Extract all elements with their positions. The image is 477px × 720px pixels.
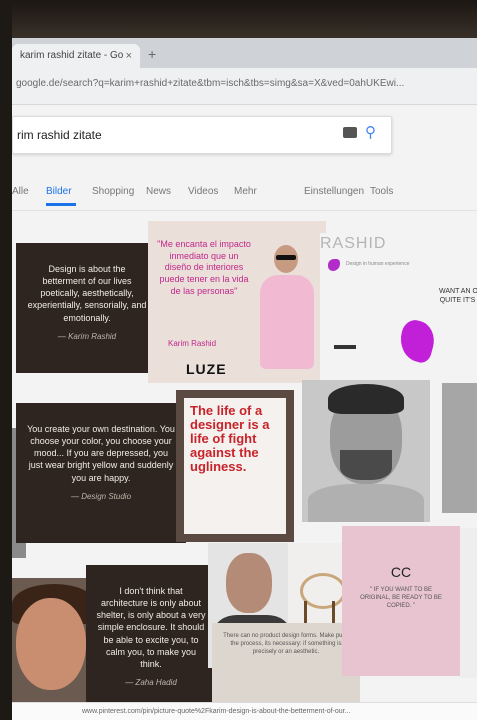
active-tab-indicator [46, 203, 76, 206]
dash-mark [334, 345, 356, 349]
image-result-ugliness[interactable]: The life of a designer is a life of figh… [176, 390, 294, 542]
tab-shopping[interactable]: Shopping [92, 186, 134, 197]
close-icon[interactable]: × [126, 44, 132, 68]
quote-text: "Me encanta el impacto inmediato que un … [157, 239, 251, 296]
chanel-logo: CC [390, 564, 412, 580]
quote-text: You create your own destination. You cho… [27, 424, 175, 483]
image-result-quote-design[interactable]: Design is about the betterment of our li… [16, 243, 158, 373]
tab-all[interactable]: Alle [12, 186, 29, 197]
tab-images[interactable]: Bilder [46, 186, 72, 197]
image-result-rashid[interactable]: RASHID Design in human experience [320, 233, 440, 383]
image-result-portrait[interactable] [302, 380, 430, 522]
quote-signature: — Zaha Hadid [125, 677, 177, 687]
monitor-bezel-top [0, 0, 477, 40]
address-bar[interactable]: google.de/search?q=karim+rashid+zitate&t… [12, 68, 477, 105]
tab-videos[interactable]: Videos [188, 186, 218, 197]
quote-signature: — Design Studio [70, 491, 132, 501]
search-input[interactable]: rim rashid zitate [17, 128, 102, 142]
image-result-chanel[interactable]: CC " IF YOU WANT TO BE ORIGINAL, BE READ… [342, 526, 460, 676]
tab-more[interactable]: Mehr [234, 186, 257, 197]
monitor-bezel-left [0, 0, 12, 720]
image-result-quote-color[interactable]: You create your own destination. You cho… [16, 403, 186, 543]
search-nav: Alle Bilder Shopping News Videos Mehr Ei… [12, 186, 477, 208]
quote-signature: — Karim Rashid [57, 331, 117, 341]
quote-text: I don't think that architecture is only … [96, 586, 206, 669]
tab-strip: karim rashid zitate - Go × + [12, 38, 477, 68]
url-text: google.de/search?q=karim+rashid+zitate&t… [16, 78, 405, 89]
quote-text: " IF YOU WANT TO BE ORIGINAL, BE READY T… [360, 587, 442, 610]
quote-text: The life of a designer is a life of figh… [184, 398, 286, 534]
image-result-grey-quote[interactable]: There can no product design forms. Make … [212, 623, 360, 703]
new-tab-button[interactable]: + [148, 46, 156, 62]
search-icon[interactable]: ⚲ [365, 123, 376, 141]
purple-blob-icon [328, 259, 340, 271]
image-result-partial-right[interactable] [460, 528, 477, 678]
rashid-title: RASHID [320, 235, 387, 252]
purple-blob-icon [395, 317, 439, 365]
quote-author: Karim Rashid [168, 339, 217, 348]
rashid-subtitle: Design in human experience [346, 261, 410, 267]
image-result-quote-architecture[interactable]: I don't think that architecture is only … [86, 565, 216, 715]
tab-settings[interactable]: Einstellungen [304, 186, 364, 197]
camera-icon[interactable] [343, 127, 357, 138]
divider [12, 210, 477, 211]
tab-title: karim rashid zitate - Go [20, 50, 124, 61]
status-bar: www.pinterest.com/pin/picture-quote%2Fka… [12, 702, 477, 720]
quote-text: Design is about the betterment of our li… [27, 264, 147, 323]
search-box[interactable]: rim rashid zitate ⚲ [12, 116, 392, 154]
partial-text: WANT AN OH QUITE IT'S H [439, 288, 477, 304]
image-result-luze[interactable]: "Me encanta el impacto inmediato que un … [148, 221, 326, 383]
image-result-partial[interactable]: WANT AN OH QUITE IT'S H [436, 288, 477, 368]
tab-news[interactable]: News [146, 186, 171, 197]
image-result-partial-right[interactable] [442, 383, 477, 513]
browser-tab[interactable]: karim rashid zitate - Go × [12, 44, 140, 68]
luze-logo: LUZE [186, 361, 227, 377]
quote-text: There can no product design forms. Make … [223, 633, 349, 655]
portrait-image [256, 241, 318, 371]
tab-tools[interactable]: Tools [370, 186, 393, 197]
browser-window: karim rashid zitate - Go × + google.de/s… [12, 38, 477, 720]
